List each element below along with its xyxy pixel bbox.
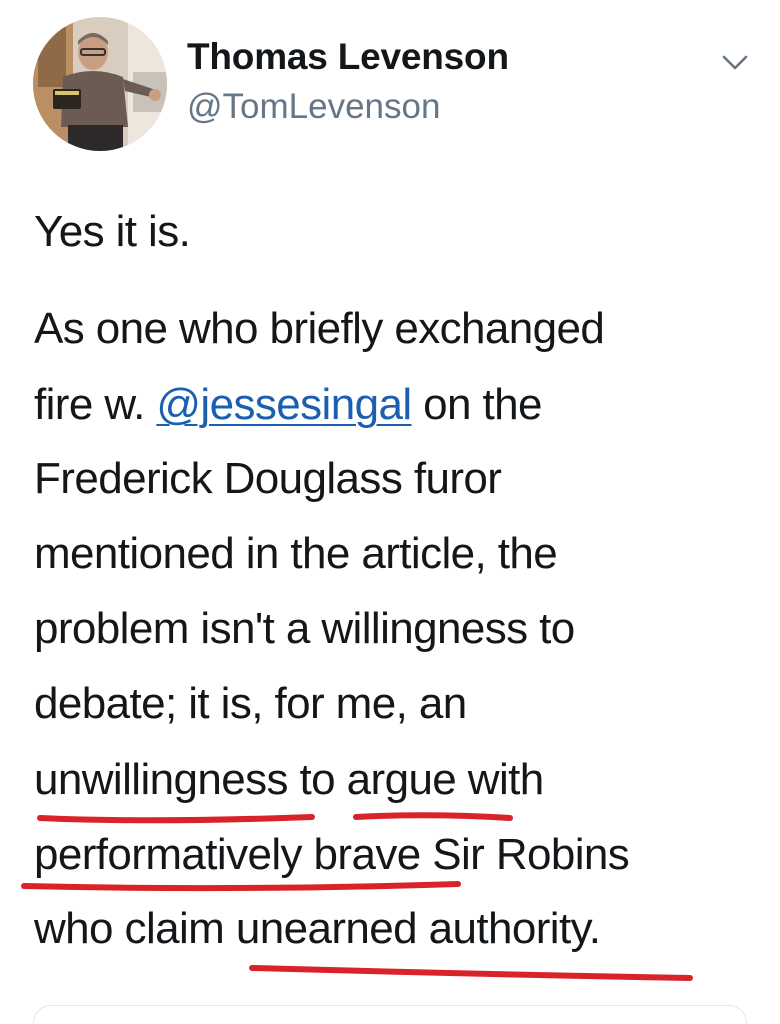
tweet-text-line: mentioned in the article, the (34, 529, 558, 578)
tweet-text-line: debate; it is, for me, an (34, 679, 467, 728)
chevron-down-icon[interactable] (718, 48, 752, 76)
underline-performatively-brave (21, 881, 461, 892)
tweet-text-line: fire w. @jessesingal on the (34, 380, 542, 430)
mention-link[interactable]: @jessesingal (156, 380, 412, 429)
tweet-text-segment: fire w. (34, 380, 157, 429)
avatar-photo-icon (33, 17, 167, 151)
tweet-text-line: Frederick Douglass furor (34, 454, 502, 503)
underline-unearned-authority (249, 965, 693, 981)
author-display-name[interactable]: Thomas Levenson (187, 36, 509, 78)
underline-unwillingness (37, 814, 315, 824)
tweet-text-line: who claim unearned authority. (34, 904, 601, 953)
tweet-text-line: problem isn't a willingness to (34, 604, 575, 653)
author-avatar[interactable] (33, 17, 167, 151)
tweet-text-line: unwillingness to argue with (34, 755, 544, 804)
tweet-text-segment: on the (411, 380, 542, 429)
embedded-card-edge[interactable] (33, 1005, 747, 1024)
tweet-text-line: performatively brave Sir Robins (34, 830, 630, 879)
tweet-text-line: As one who briefly exchanged (34, 304, 605, 353)
tweet-text-line: Yes it is. (34, 207, 191, 256)
underline-argue (353, 812, 513, 821)
author-handle[interactable]: @TomLevenson (187, 87, 440, 127)
tweet-screenshot: Thomas Levenson @TomLevenson Yes it is. … (0, 0, 780, 1024)
